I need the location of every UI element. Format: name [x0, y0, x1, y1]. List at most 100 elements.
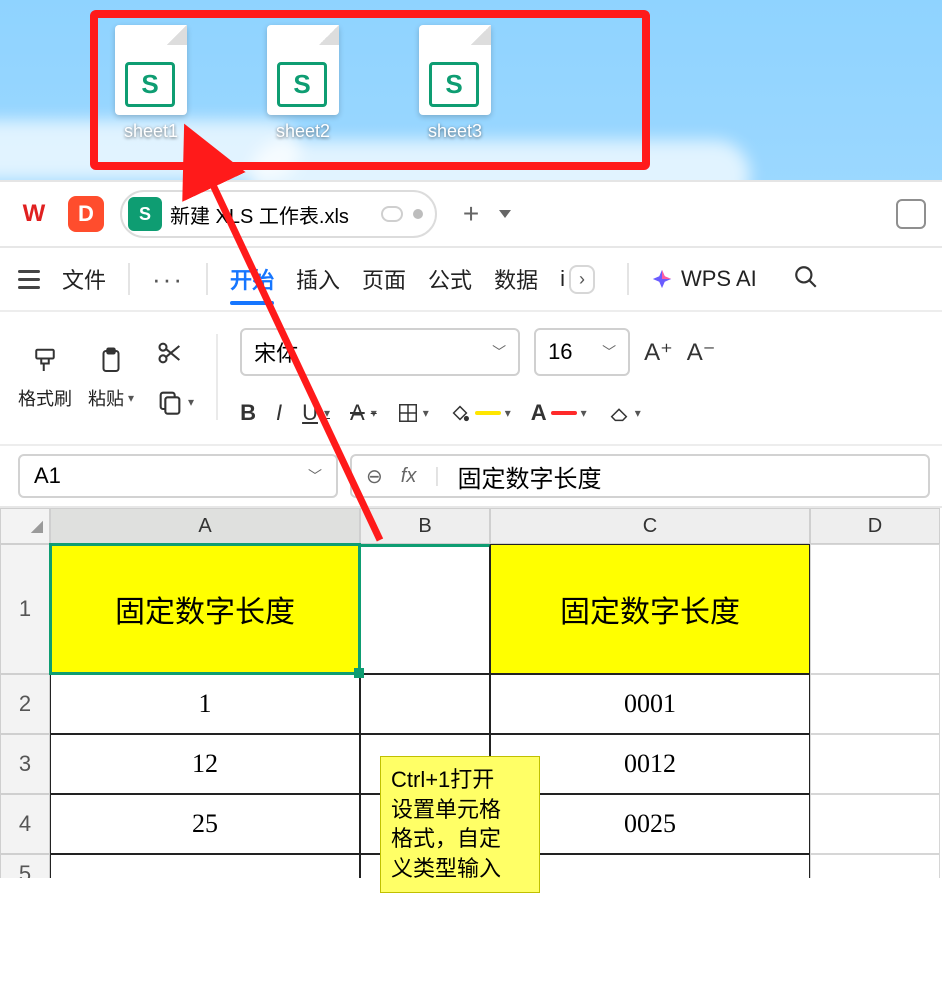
col-header-B[interactable]: B	[360, 508, 490, 544]
borders-icon	[397, 402, 419, 424]
cell-B2[interactable]	[360, 674, 490, 734]
desktop-file-sheet2[interactable]: S sheet2	[267, 25, 339, 142]
menu-file[interactable]: 文件	[62, 263, 106, 295]
paste-icon	[96, 343, 126, 379]
font-color-button[interactable]: A▾	[531, 400, 587, 426]
format-brush-button[interactable]: 格式刷	[18, 343, 72, 411]
col-header-D[interactable]: D	[810, 508, 940, 544]
separator	[206, 263, 208, 295]
menubar: 文件 ··· 开始 插入 页面 公式 数据 i › WPS AI	[0, 248, 942, 312]
menu-data[interactable]: 数据	[494, 263, 538, 295]
font-size-select[interactable]: 16﹀	[534, 328, 630, 376]
window-restore-icon[interactable]	[896, 199, 926, 229]
fill-handle[interactable]	[354, 668, 364, 678]
annotation-tooltip: Ctrl+1打开 设置单元格 格式，自定 义类型输入	[380, 756, 540, 893]
cell-D2[interactable]	[810, 674, 940, 734]
spreadsheet-badge-icon: S	[125, 62, 175, 107]
paste-button[interactable]: 粘贴▾	[88, 343, 134, 411]
cell-D3[interactable]	[810, 734, 940, 794]
search-button[interactable]	[793, 264, 819, 295]
toolbar: 格式刷 粘贴▾ ▾ 宋体﹀ 16﹀	[0, 312, 942, 446]
underline-button[interactable]: U▾	[302, 400, 330, 426]
hamburger-menu-icon[interactable]	[18, 270, 40, 289]
fill-color-button[interactable]: ▾	[449, 402, 511, 424]
cell-A3[interactable]: 12	[50, 734, 360, 794]
row-header-4[interactable]: 4	[0, 794, 50, 854]
expand-formula-icon[interactable]: ⊖	[366, 464, 383, 489]
formula-value: 固定数字长度	[458, 459, 602, 494]
desktop-file-sheet1[interactable]: S sheet1	[115, 25, 187, 142]
row-header-2[interactable]: 2	[0, 674, 50, 734]
cell-C1[interactable]: 固定数字长度	[490, 544, 810, 674]
tab-status-dot-icon	[413, 209, 423, 219]
cut-button[interactable]	[156, 339, 194, 372]
cell-A5[interactable]	[50, 854, 360, 878]
cell-D1[interactable]	[810, 544, 940, 674]
separator	[216, 334, 218, 420]
increase-font-button[interactable]: A⁺	[644, 338, 673, 367]
titlebar: W D S 新建 XLS 工作表.xls +	[0, 182, 942, 248]
menu-truncated-text: i	[560, 266, 565, 292]
cell-D4[interactable]	[810, 794, 940, 854]
menu-formula[interactable]: 公式	[428, 263, 472, 295]
row-header-1[interactable]: 1	[0, 544, 50, 674]
document-tab[interactable]: S 新建 XLS 工作表.xls	[120, 190, 437, 238]
decrease-font-button[interactable]: A⁻	[687, 338, 716, 367]
file-label: sheet1	[124, 121, 178, 142]
col-header-A[interactable]: A	[50, 508, 360, 544]
separator: |	[434, 465, 439, 488]
file-icon: S	[115, 25, 187, 115]
spreadsheet-grid[interactable]: ◢ A B C D 1 固定数字长度 固定数字长度 2 1 0001 3 12 …	[0, 508, 942, 878]
separator	[627, 263, 629, 295]
cell-A1[interactable]: 固定数字长度	[50, 544, 360, 674]
document-title: 新建 XLS 工作表.xls	[170, 200, 349, 229]
format-brush-icon	[30, 343, 60, 379]
cell-D5[interactable]	[810, 854, 940, 878]
menu-page[interactable]: 页面	[362, 263, 406, 295]
separator	[128, 263, 130, 295]
wps-ai-button[interactable]: WPS AI	[651, 266, 757, 292]
strikethrough-button[interactable]: A▾	[350, 400, 377, 426]
copy-icon	[156, 388, 184, 416]
paint-bucket-icon	[449, 402, 471, 424]
desktop-file-sheet3[interactable]: S sheet3	[419, 25, 491, 142]
scissors-icon	[156, 339, 184, 367]
menu-scroll-right-button[interactable]: ›	[569, 265, 595, 294]
cell-A4[interactable]: 25	[50, 794, 360, 854]
select-all-corner[interactable]: ◢	[0, 508, 50, 544]
fx-icon[interactable]: fx	[401, 465, 417, 488]
col-header-C[interactable]: C	[490, 508, 810, 544]
cell-B1[interactable]	[360, 544, 490, 674]
spreadsheet-icon: S	[128, 197, 162, 231]
menu-insert[interactable]: 插入	[296, 263, 340, 295]
cell-A2[interactable]: 1	[50, 674, 360, 734]
new-tab-button[interactable]: +	[463, 198, 479, 230]
formula-bar: A1﹀ ⊖ fx | 固定数字长度	[0, 446, 942, 508]
docer-logo-icon[interactable]: D	[68, 196, 104, 232]
row-header-5[interactable]: 5	[0, 854, 50, 878]
spreadsheet-badge-icon: S	[429, 62, 479, 107]
formula-input[interactable]: ⊖ fx | 固定数字长度	[350, 454, 930, 498]
menu-home[interactable]: 开始	[230, 263, 274, 295]
tab-list-dropdown-icon[interactable]	[499, 210, 511, 218]
file-label: sheet3	[428, 121, 482, 142]
spreadsheet-badge-icon: S	[277, 62, 327, 107]
font-family-select[interactable]: 宋体﹀	[240, 328, 520, 376]
file-icon: S	[419, 25, 491, 115]
bold-button[interactable]: B	[240, 400, 256, 426]
cell-C2[interactable]: 0001	[490, 674, 810, 734]
eraser-button[interactable]: ▾	[607, 402, 641, 424]
wps-window: W D S 新建 XLS 工作表.xls + 文件 ··· 开始 插入 页面 公…	[0, 180, 942, 981]
file-label: sheet2	[276, 121, 330, 142]
row-header-3[interactable]: 3	[0, 734, 50, 794]
copy-button[interactable]: ▾	[156, 388, 194, 416]
eraser-icon	[607, 402, 631, 424]
wps-logo-icon[interactable]: W	[16, 196, 52, 232]
italic-button[interactable]: I	[276, 400, 282, 426]
ai-icon	[651, 268, 673, 290]
file-icon: S	[267, 25, 339, 115]
borders-button[interactable]: ▾	[397, 402, 429, 424]
name-box[interactable]: A1﹀	[18, 454, 338, 498]
menu-more-icon[interactable]: ···	[152, 264, 184, 295]
tab-menu-icon[interactable]	[381, 206, 403, 222]
